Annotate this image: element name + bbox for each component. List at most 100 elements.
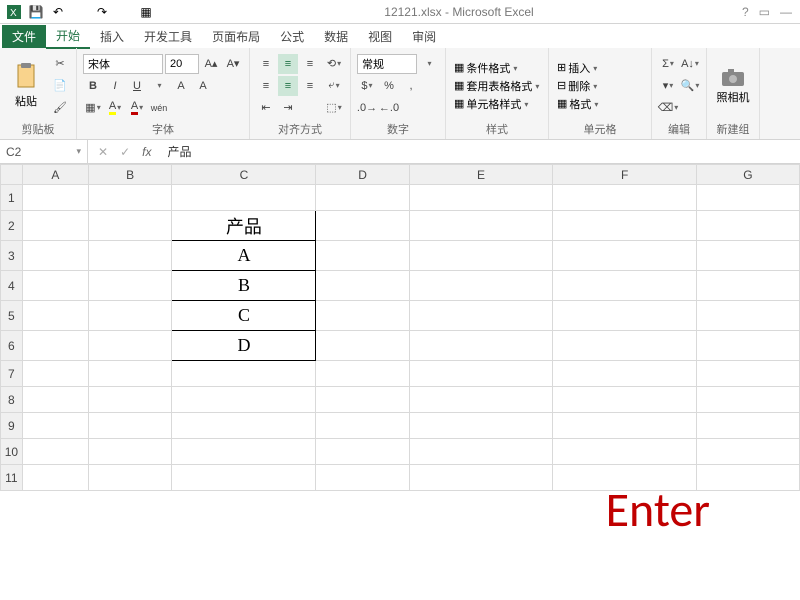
percent-icon[interactable]: % <box>379 76 399 96</box>
cell[interactable] <box>409 361 553 387</box>
cell-styles-button[interactable]: ▦单元格样式 <box>452 96 542 112</box>
cell[interactable] <box>316 331 409 361</box>
cell[interactable] <box>696 387 799 413</box>
conditional-format-button[interactable]: ▦条件格式 <box>452 60 542 76</box>
underline-dropdown[interactable] <box>149 76 169 96</box>
column-header[interactable]: E <box>409 165 553 185</box>
cell[interactable] <box>553 271 697 301</box>
row-header[interactable]: 1 <box>1 185 23 211</box>
cell[interactable] <box>553 361 697 387</box>
redo-dropdown-icon[interactable] <box>116 4 132 20</box>
row-header[interactable]: 7 <box>1 361 23 387</box>
cell[interactable] <box>553 331 697 361</box>
delete-cells-button[interactable]: ⊟删除 <box>555 78 645 94</box>
cell[interactable] <box>696 413 799 439</box>
cell[interactable] <box>409 413 553 439</box>
tab-data[interactable]: 数据 <box>314 25 358 48</box>
cell[interactable] <box>22 211 88 241</box>
align-left-icon[interactable]: ≡ <box>256 76 276 96</box>
italic-button[interactable]: I <box>105 76 125 96</box>
comma-icon[interactable]: , <box>401 76 421 96</box>
camera-button[interactable]: 照相机 <box>713 52 753 119</box>
tab-developer[interactable]: 开发工具 <box>134 25 202 48</box>
font-size-input[interactable] <box>165 54 199 74</box>
align-center-icon[interactable]: ≡ <box>278 76 298 96</box>
cell[interactable] <box>22 331 88 361</box>
cell[interactable]: B <box>172 271 316 301</box>
accounting-icon[interactable]: $ <box>357 76 377 96</box>
column-header[interactable]: C <box>172 165 316 185</box>
cell[interactable]: A <box>172 241 316 271</box>
cell[interactable] <box>696 241 799 271</box>
cell[interactable] <box>316 361 409 387</box>
copy-icon[interactable]: 📄 <box>50 76 70 96</box>
fill-icon[interactable]: ▾ <box>658 76 678 96</box>
ribbon-display-icon[interactable]: ▭ <box>759 5 770 19</box>
cell[interactable] <box>22 241 88 271</box>
cell[interactable] <box>409 211 553 241</box>
cell[interactable] <box>696 361 799 387</box>
cell[interactable] <box>88 465 172 491</box>
minimize-icon[interactable]: — <box>780 5 792 19</box>
cell[interactable] <box>696 271 799 301</box>
increase-decimal-icon[interactable]: .0→ <box>357 98 377 118</box>
cell[interactable] <box>88 301 172 331</box>
sort-filter-icon[interactable]: A↓ <box>680 54 700 74</box>
cell[interactable] <box>172 361 316 387</box>
cell[interactable] <box>22 271 88 301</box>
decrease-indent-icon[interactable]: ⇤ <box>256 98 276 118</box>
column-header[interactable]: A <box>22 165 88 185</box>
cell[interactable] <box>409 331 553 361</box>
cell[interactable] <box>409 185 553 211</box>
cell[interactable] <box>172 439 316 465</box>
cell[interactable]: D <box>172 331 316 361</box>
row-header[interactable]: 5 <box>1 301 23 331</box>
phonetic-icon[interactable]: A <box>171 76 191 96</box>
help-icon[interactable]: ? <box>742 5 749 19</box>
cell[interactable] <box>696 439 799 465</box>
cell[interactable] <box>409 465 553 491</box>
row-header[interactable]: 2 <box>1 211 23 241</box>
cell[interactable] <box>88 361 172 387</box>
tab-pagelayout[interactable]: 页面布局 <box>202 25 270 48</box>
cell[interactable] <box>316 387 409 413</box>
tab-insert[interactable]: 插入 <box>90 25 134 48</box>
cell[interactable]: C <box>172 301 316 331</box>
align-top-icon[interactable]: ≡ <box>256 54 276 74</box>
formula-input[interactable]: 产品 <box>161 143 800 160</box>
cell[interactable] <box>88 211 172 241</box>
shrink-font-icon[interactable]: A▾ <box>223 54 243 74</box>
autosum-icon[interactable]: Σ <box>658 54 678 74</box>
cell[interactable] <box>22 387 88 413</box>
column-header[interactable]: F <box>553 165 697 185</box>
cancel-icon[interactable]: ✕ <box>98 145 108 159</box>
merge-icon[interactable]: ⬚ <box>324 98 344 118</box>
cell[interactable] <box>316 211 409 241</box>
cell[interactable] <box>316 185 409 211</box>
format-cells-button[interactable]: ▦格式 <box>555 96 645 112</box>
row-header[interactable]: 10 <box>1 439 23 465</box>
cell[interactable] <box>553 387 697 413</box>
cell[interactable] <box>88 439 172 465</box>
tab-formulas[interactable]: 公式 <box>270 25 314 48</box>
cell[interactable] <box>553 211 697 241</box>
tab-view[interactable]: 视图 <box>358 25 402 48</box>
row-header[interactable]: 4 <box>1 271 23 301</box>
cell[interactable] <box>22 361 88 387</box>
cell[interactable] <box>553 301 697 331</box>
row-header[interactable]: 6 <box>1 331 23 361</box>
undo-icon[interactable]: ↶ <box>50 4 66 20</box>
column-header[interactable]: D <box>316 165 409 185</box>
cell[interactable] <box>553 185 697 211</box>
paste-button[interactable]: 粘贴 <box>6 52 46 119</box>
cell[interactable] <box>22 439 88 465</box>
cell[interactable] <box>172 413 316 439</box>
cell[interactable] <box>696 211 799 241</box>
cell[interactable] <box>696 301 799 331</box>
fx-icon[interactable]: fx <box>142 145 151 159</box>
save-icon[interactable]: 💾 <box>28 4 44 20</box>
cell[interactable] <box>696 185 799 211</box>
cell[interactable] <box>409 301 553 331</box>
cell[interactable] <box>553 241 697 271</box>
cell[interactable] <box>172 387 316 413</box>
